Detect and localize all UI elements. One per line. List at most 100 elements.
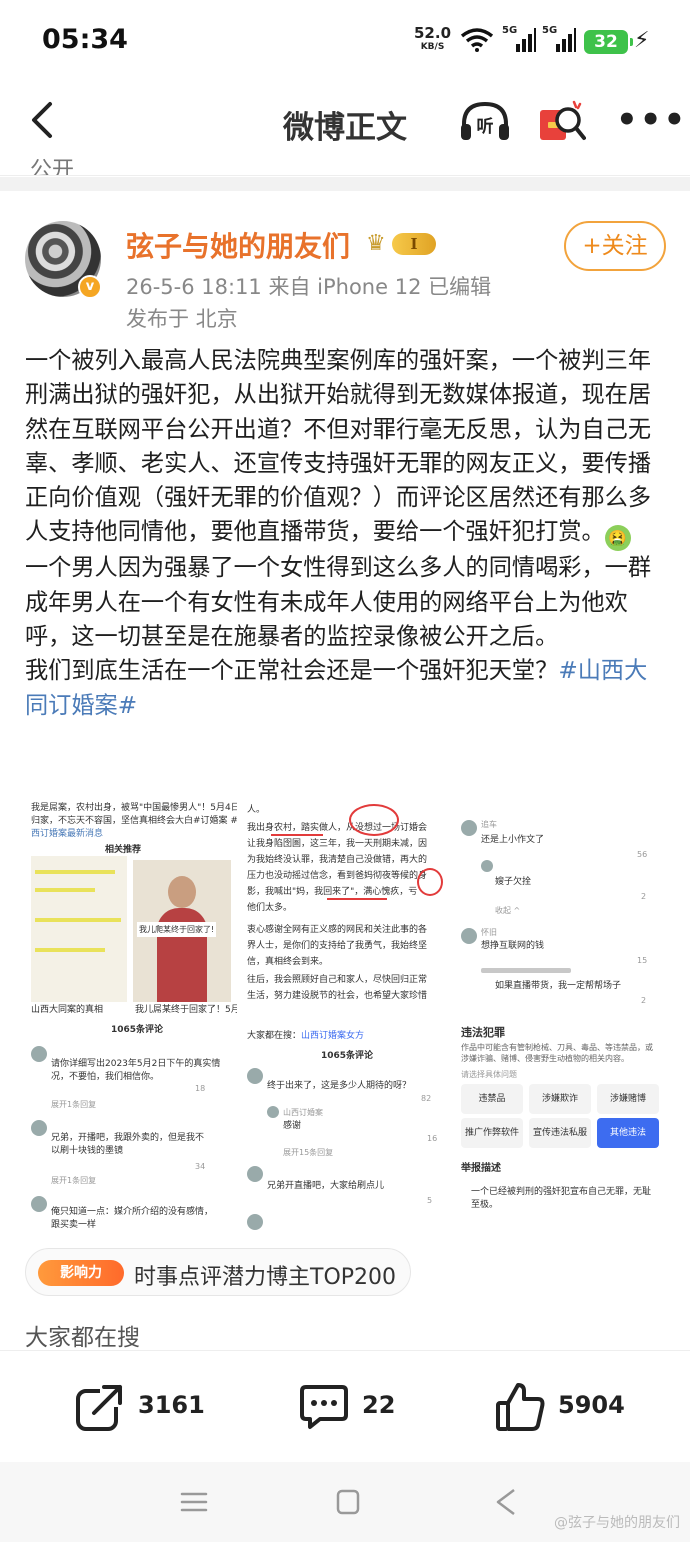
post-image-1[interactable]: 我是屌案，农村出身，被骂"中国最惨男人"！5月4日 归家，不忘天不容国，坚信真相…	[25, 798, 237, 1016]
p3-collapse: 收起 ^	[495, 906, 521, 915]
highlight-line	[35, 918, 121, 922]
listen-label: 听	[477, 116, 494, 137]
p6-title: 违法犯罪	[461, 1026, 505, 1039]
p2-line: 他们太多。	[247, 903, 293, 913]
p5-header: 1065条评论	[321, 1051, 374, 1061]
sim2-label: 5G	[542, 25, 558, 36]
p3-reply: 嫂子欠拴	[495, 877, 532, 887]
red-packet-search-icon[interactable]	[538, 98, 586, 144]
net-speed: 52.0 KB/S	[414, 26, 451, 54]
highlight-line	[35, 888, 95, 892]
p3-reply: 如果直播带货，我一定帮帮场子	[495, 981, 622, 991]
p2-line: 压力也没动摇过信念，看到爸妈彻夜等候的身	[247, 871, 428, 881]
p3-likes: 56	[637, 850, 648, 859]
p6-option: 涉嫌赌博	[597, 1084, 659, 1114]
post-image-5[interactable]: 大家都在搜：山西订婚案女方 1065条评论 终于出来了，这是多少人期待的呀？ 8…	[241, 1020, 451, 1234]
p5-likes: 82	[421, 1094, 432, 1103]
clock: 05:34	[42, 24, 128, 55]
post-paragraph-1: 一个被列入最高人民法院典型案例库的强奸案，一个被判三年刑满出狱的强奸犯，从出狱开…	[25, 347, 652, 546]
p1-line: 归家，不忘天不容国，坚信真相终会大白#订婚案 #山	[31, 816, 237, 826]
page-title: 微博正文	[283, 110, 407, 146]
p1-photo-caption: 我儿爬某终于回家了!	[137, 922, 217, 937]
watermark: @弦子与她的朋友们	[554, 1515, 680, 1531]
follow-button[interactable]: +关注	[564, 221, 666, 271]
commenter-avatar	[461, 928, 477, 944]
more-icon[interactable]: •••	[616, 100, 687, 140]
crown-icon: ♛	[366, 231, 386, 256]
visibility-label: 公开	[30, 158, 75, 176]
headphones-icon: 听	[461, 101, 509, 140]
p3-comment: 想挣互联网的钱	[481, 941, 545, 951]
status-bar: 05:34 52.0 KB/S 5G 5G 32 ⚡	[0, 0, 690, 80]
p4-comment: 俺只知道一点：媒介所介绍的没有感情，跟买卖一样	[51, 1207, 214, 1230]
signal-icon-sim1: 5G	[502, 25, 536, 52]
listen-button[interactable]: 听	[458, 98, 512, 144]
p5-commenter: 山西订婚案	[283, 1108, 323, 1117]
influence-pill: 影响力	[38, 1260, 124, 1286]
p6-option: 涉嫌欺诈	[529, 1084, 591, 1114]
document-thumbnail	[31, 856, 127, 1002]
vomit-emoji-icon: 🤮	[604, 525, 631, 552]
post-image-6[interactable]: 违法犯罪 作品中可能含有管制枪械、刀具、毒品、等违禁品，或涉嫌诈骗、赌博、侵害野…	[455, 1020, 665, 1234]
post-location: 发布于 北京	[126, 307, 238, 331]
p6-option-selected: 其他违法	[597, 1118, 659, 1148]
p3-likes: 2	[641, 996, 647, 1005]
net-speed-unit: KB/S	[420, 42, 445, 52]
wifi-icon	[460, 28, 494, 52]
p6-report-text: 一个已经被判刑的强奸犯宣布自己无罪，无耻至极。	[471, 1187, 652, 1210]
p6-desc: 作品中可能含有管制枪械、刀具、毒品、等违禁品，或涉嫌诈骗、赌博、侵害野生动植物的…	[461, 1043, 653, 1063]
image-grid: 我是屌案，农村出身，被骂"中国最惨男人"！5月4日 归家，不忘天不容国，坚信真相…	[25, 798, 665, 1234]
p2-line: 信，真相终会到来。	[247, 957, 329, 967]
commenter-avatar	[31, 1046, 47, 1062]
red-circle-mark	[349, 804, 399, 836]
post-image-2[interactable]: 人。 我出身农村，踏实做人，从没想过一场订婚会 让我身陷囹圄，这三年，我一天刑期…	[241, 798, 451, 1016]
post-paragraph-3: 我们到底生活在一个正常社会还是一个强奸犯天堂？	[25, 657, 559, 685]
post-image-3[interactable]: 追车 还是上小作文了 56 嫂子欠拴 2 收起 ^ 怀旧 想挣互联网的钱 15 …	[455, 798, 665, 1016]
p4-expand: 展开1条回复	[51, 1100, 97, 1109]
p3-blur-line	[481, 968, 571, 973]
p3-likes: 15	[637, 956, 648, 965]
p2-line: 衷心感谢全网有正义感的网民和关注此事的各	[247, 925, 428, 935]
p2-line: 往后，我会照顾好自己和家人，尽快回归正常	[247, 975, 428, 985]
p2-line: 界人士，是你们的支持给了我勇气，我始终坚	[247, 941, 428, 951]
commenter-avatar	[247, 1214, 263, 1230]
p5-search-term: 山西订婚案女方	[301, 1031, 365, 1041]
commenter-avatar	[247, 1166, 263, 1182]
p1-foot-right: 我儿屌某终于回家了！5月4	[135, 1005, 237, 1015]
p1-hashtag: 西订婚案最新消息	[31, 829, 104, 839]
username[interactable]: 弦子与她的朋友们	[126, 225, 350, 265]
post-meta: 26-5-6 18:11 来自 iPhone 12 已编辑	[126, 275, 492, 299]
p3-commenter: 怀旧	[481, 928, 497, 937]
trending-search-label[interactable]: 大家都在搜	[25, 1318, 140, 1352]
p2-line: 人。	[247, 805, 266, 815]
influence-badge[interactable]: 影响力 时事点评潜力博主TOP200	[25, 1248, 411, 1296]
p4-expand: 展开1条回复	[51, 1176, 97, 1185]
post-image-4[interactable]: 1065条评论 请你详细写出2023年5月2日下午的真实情况，不要怕，我们相信你…	[25, 1020, 237, 1234]
divider	[0, 177, 690, 191]
vip-level: I	[392, 233, 436, 255]
share-icon	[76, 1383, 124, 1431]
p6-option: 推广作弊软件	[461, 1118, 523, 1148]
menu-icon[interactable]	[176, 1486, 212, 1518]
commenter-avatar	[31, 1120, 47, 1136]
p1-line: 我是屌案，农村出身，被骂"中国最惨男人"！5月4日	[31, 803, 237, 813]
action-bar: 3161 22 5904	[0, 1350, 690, 1462]
reply-avatar	[267, 1106, 279, 1118]
p3-comment: 还是上小作文了	[481, 835, 545, 845]
p5-search-label: 大家都在搜：	[247, 1031, 302, 1041]
vip-badge[interactable]: ♛ I	[366, 229, 438, 259]
back-nav-icon[interactable]	[490, 1486, 526, 1518]
home-icon[interactable]	[330, 1486, 366, 1518]
highlight-line	[35, 948, 105, 952]
comment-count: 22	[362, 1391, 396, 1419]
influence-text: 时事点评潜力博主TOP200	[134, 1265, 397, 1290]
p5-comment: 兄弟开直播吧，大家给刷点儿	[267, 1181, 385, 1191]
p2-line: 让我身陷囹圄，这三年，我一天刑期未减，因	[247, 839, 428, 849]
p5-search: 大家都在搜：山西订婚案女方	[247, 1030, 364, 1043]
system-nav-bar: @弦子与她的朋友们	[0, 1462, 690, 1542]
p1-foot-left: 山西大同案的真相	[31, 1005, 104, 1015]
reply-avatar	[481, 860, 493, 872]
p6-report-title: 举报描述	[461, 1163, 501, 1174]
highlight-line	[35, 870, 115, 874]
p5-comment: 终于出来了，这是多少人期待的呀？	[267, 1081, 412, 1091]
